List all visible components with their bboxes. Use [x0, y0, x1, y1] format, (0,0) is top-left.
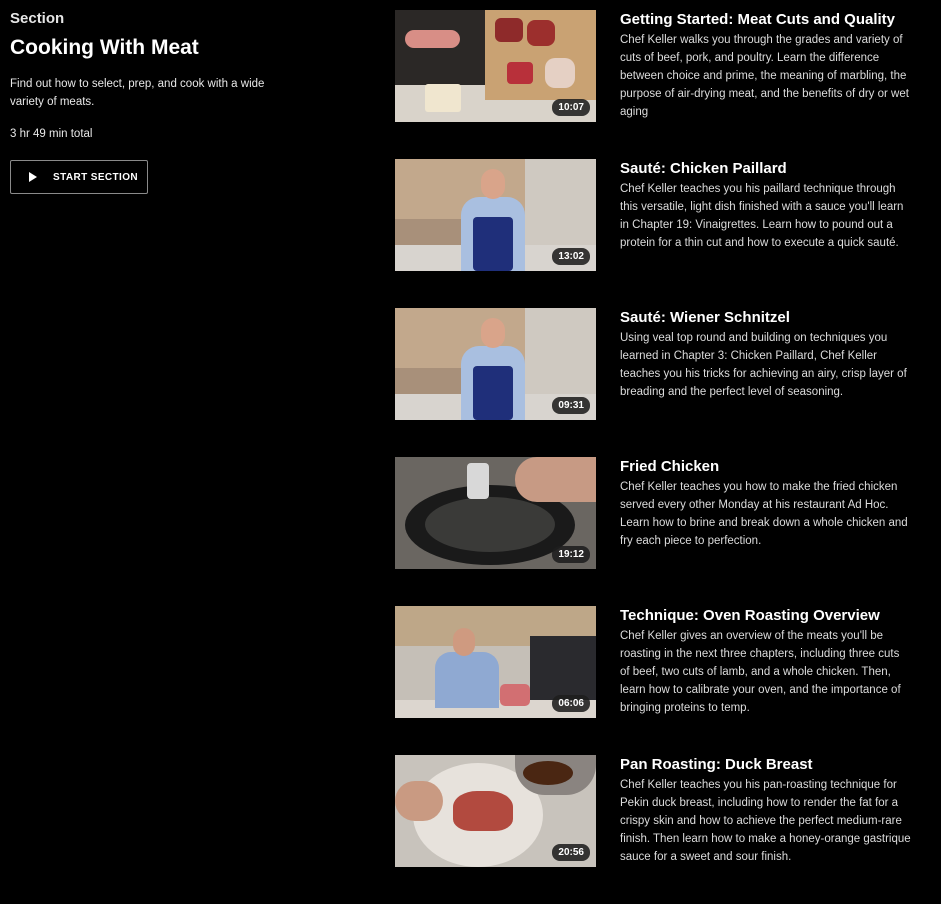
start-section-button[interactable]: START SECTION: [10, 160, 148, 194]
lesson-thumbnail[interactable]: 06:06: [395, 606, 596, 718]
lesson-title[interactable]: Sauté: Chicken Paillard: [620, 160, 787, 178]
duration-badge: 09:31: [552, 397, 590, 414]
lesson-thumbnail[interactable]: 20:56: [395, 755, 596, 867]
duration-badge: 10:07: [552, 99, 590, 116]
duration-badge: 06:06: [552, 695, 590, 712]
lesson-description: Chef Keller walks you through the grades…: [620, 34, 909, 118]
lesson-description: Chef Keller teaches you his paillard tec…: [620, 183, 904, 249]
lesson-thumbnail[interactable]: 10:07: [395, 10, 596, 122]
duration-badge: 20:56: [552, 844, 590, 861]
lesson-title[interactable]: Getting Started: Meat Cuts and Quality: [620, 11, 895, 29]
play-icon: [29, 172, 37, 182]
lesson-description: Chef Keller gives an overview of the mea…: [620, 630, 901, 714]
lesson-thumbnail[interactable]: 13:02: [395, 159, 596, 271]
lesson-title[interactable]: Technique: Oven Roasting Overview: [620, 607, 880, 625]
lesson-thumbnail[interactable]: 09:31: [395, 308, 596, 420]
lesson-description: Using veal top round and building on tec…: [620, 332, 907, 398]
lesson-item: 13:02 Sauté: Chicken Paillard Chef Kelle…: [395, 159, 925, 308]
lesson-item: 09:31 Sauté: Wiener Schnitzel Using veal…: [395, 308, 925, 457]
section-panel: Section Cooking With Meat Find out how t…: [10, 10, 310, 194]
section-title: Cooking With Meat: [10, 36, 199, 59]
lesson-title[interactable]: Pan Roasting: Duck Breast: [620, 756, 813, 774]
lesson-description: Chef Keller teaches you his pan-roasting…: [620, 779, 911, 863]
lesson-item: 06:06 Technique: Oven Roasting Overview …: [395, 606, 925, 755]
lesson-title[interactable]: Sauté: Wiener Schnitzel: [620, 309, 790, 327]
lesson-item: 10:07 Getting Started: Meat Cuts and Qua…: [395, 10, 925, 159]
lesson-description: Chef Keller teaches you how to make the …: [620, 481, 908, 547]
lesson-item: 19:12 Fried Chicken Chef Keller teaches …: [395, 457, 925, 606]
lesson-thumbnail[interactable]: 19:12: [395, 457, 596, 569]
start-section-label: START SECTION: [53, 171, 139, 183]
duration-badge: 19:12: [552, 546, 590, 563]
duration-badge: 13:02: [552, 248, 590, 265]
section-label: Section: [10, 10, 65, 27]
section-description: Find out how to select, prep, and cook w…: [10, 78, 265, 108]
section-total-duration: 3 hr 49 min total: [10, 128, 93, 140]
lesson-item: 20:56 Pan Roasting: Duck Breast Chef Kel…: [395, 755, 925, 904]
lesson-title[interactable]: Fried Chicken: [620, 458, 719, 476]
lesson-list: 10:07 Getting Started: Meat Cuts and Qua…: [395, 10, 925, 904]
